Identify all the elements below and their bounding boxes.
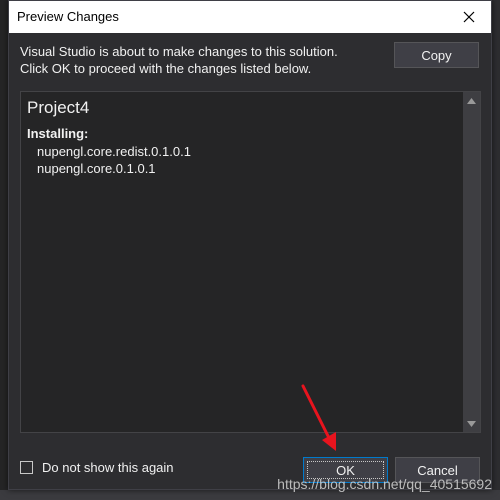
checkbox-label: Do not show this again [42, 460, 174, 475]
installing-label: Installing: [27, 126, 89, 141]
do-not-show-again-checkbox[interactable] [20, 461, 33, 474]
package-list: nupengl.core.redist.0.1.0.1 nupengl.core… [37, 143, 191, 177]
vertical-scrollbar[interactable] [463, 92, 480, 432]
dialog-titlebar: Preview Changes [9, 1, 491, 34]
background-window-strip [0, 0, 8, 500]
close-icon [463, 11, 475, 22]
preview-changes-dialog: Preview Changes Visual Studio is about t… [8, 0, 492, 490]
do-not-show-again-checkbox-row[interactable]: Do not show this again [20, 460, 174, 475]
watermark-text: https://blog.csdn.net/qq_40515692 [277, 476, 492, 492]
scroll-down-button[interactable] [463, 415, 480, 432]
list-item: nupengl.core.0.1.0.1 [37, 161, 156, 176]
list-item: nupengl.core.redist.0.1.0.1 [37, 144, 191, 159]
description-line-2: Click OK to proceed with the changes lis… [20, 61, 312, 76]
background-window-strip-right [492, 0, 500, 500]
description-line-1: Visual Studio is about to make changes t… [20, 44, 338, 59]
copy-button[interactable]: Copy [394, 42, 479, 68]
scroll-up-arrow-icon [467, 97, 476, 104]
dialog-description: Visual Studio is about to make changes t… [20, 43, 338, 77]
dialog-title: Preview Changes [17, 9, 119, 24]
scroll-up-button[interactable] [463, 92, 480, 109]
scroll-down-arrow-icon [467, 420, 476, 427]
project-name: Project4 [27, 98, 90, 117]
dialog-body: Visual Studio is about to make changes t… [9, 33, 491, 489]
changes-list-panel[interactable]: Project4 Installing: nupengl.core.redist… [20, 91, 481, 433]
close-button[interactable] [447, 1, 491, 32]
